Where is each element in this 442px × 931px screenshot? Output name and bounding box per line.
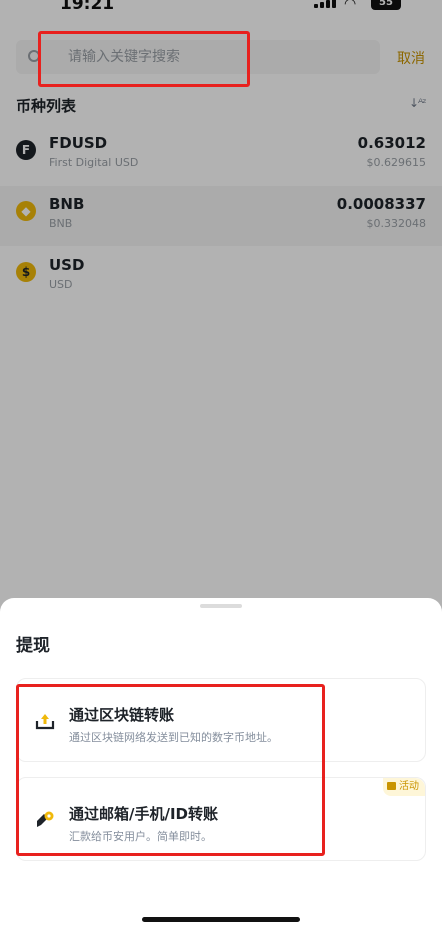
promo-badge-label: 活动 <box>399 781 419 792</box>
gift-icon <box>387 782 396 790</box>
sheet-title: 提现 <box>16 636 50 656</box>
options-highlight-annotation <box>16 684 325 856</box>
home-indicator <box>142 917 300 922</box>
sheet-drag-handle[interactable] <box>200 604 242 608</box>
promo-badge: 活动 <box>383 778 425 796</box>
search-highlight-annotation <box>38 31 250 87</box>
